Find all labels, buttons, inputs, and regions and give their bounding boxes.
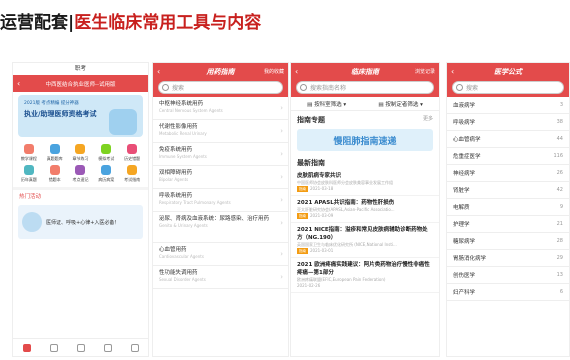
chevron-right-icon: › xyxy=(280,273,283,281)
exam-icon-grid: 教学课程 真题题库 章节练习 模拟考试 历史错题 历年真题 错题本 考点速记 病… xyxy=(13,140,148,187)
formula-search-input[interactable]: 搜索 xyxy=(452,81,564,94)
chevron-right-icon: › xyxy=(280,219,283,227)
formula-category-row[interactable]: 神经病学 26 xyxy=(447,165,569,182)
formula-category-row[interactable]: 肾脏学 42 xyxy=(447,182,569,199)
home-tab-icon[interactable] xyxy=(22,343,31,352)
formula-category-row[interactable]: 糖尿病学 28 xyxy=(447,233,569,250)
profile-tab-icon[interactable] xyxy=(130,343,139,352)
drug-category-row[interactable]: 中枢神经系统用药 Central Nervous System Agents › xyxy=(153,97,288,120)
drug-guide-header: ‹ 用药指南 我的收藏 xyxy=(153,63,288,80)
question-bank-icon xyxy=(49,144,60,154)
doctor-avatar xyxy=(22,212,42,232)
exam-banner[interactable]: 2021版 考点精编 提分神器 执业/助理医师资格考试 xyxy=(18,95,143,137)
search-icon xyxy=(300,84,307,91)
hot-activity-label: 热门活动 xyxy=(13,187,148,202)
chapter-entry[interactable]: 章节练习 xyxy=(68,144,94,162)
clinical-guide-header: ‹ 临床指南 浏览记录 xyxy=(291,63,439,80)
exam-guide-entry[interactable]: 考试指南 xyxy=(119,165,145,183)
drug-category-row[interactable]: 泌尿、肾病及血液系统：尿路感染、治疗用药 Genito & Urinary Age… xyxy=(153,212,288,243)
mock-exam-icon xyxy=(101,144,112,154)
formula-category-row[interactable]: 电解质 9 xyxy=(447,199,569,216)
search-icon xyxy=(162,84,169,91)
formula-category-row[interactable]: 心血管病学 44 xyxy=(447,131,569,148)
guide-item[interactable]: 皮肤肌病专家共识 中国医师协会皮肤科医师分会皮肤美容事业发展工作组 指南 2021-0… xyxy=(291,169,439,196)
drug-category-row[interactable]: 性功能失调用药 Sexual Disorder Agents › xyxy=(153,266,288,289)
past-papers-entry[interactable]: 历年真题 xyxy=(16,165,42,183)
formula-category-row[interactable]: 护理学 21 xyxy=(447,216,569,233)
error-book-icon xyxy=(49,165,60,175)
chapter-icon xyxy=(75,144,86,154)
formula-category-row[interactable]: 危重症医学 116 xyxy=(447,148,569,165)
formula-category-row[interactable]: 血液病学 3 xyxy=(447,97,569,114)
page-title: 运营配套|医生临床常用工具与内容 xyxy=(0,13,262,33)
chevron-right-icon: › xyxy=(280,173,283,181)
guide-item[interactable]: 2021 NICE指南：溢疹和常见皮肤病辅助诊断药物处方（NG.190） 英国国家… xyxy=(291,223,439,258)
quick-notes-icon xyxy=(75,165,86,175)
filter-author-button[interactable]: ▤ 按制定者筛选 ▾ xyxy=(378,100,422,108)
formula-category-row[interactable]: 胃肠消化病学 29 xyxy=(447,250,569,267)
chevron-right-icon: › xyxy=(280,150,283,158)
formula-category-row[interactable]: 妇产科学 6 xyxy=(447,284,569,301)
formula-header: ‹ 医学公式 xyxy=(447,63,569,80)
topic-banner[interactable]: 慢阻肺指南速递 xyxy=(297,129,433,151)
history-errors-entry[interactable]: 历史错题 xyxy=(119,144,145,162)
error-book-entry[interactable]: 错题本 xyxy=(42,165,68,183)
formula-category-row[interactable]: 创伤医学 13 xyxy=(447,267,569,284)
topic-section-title: 指南专题 xyxy=(297,116,325,124)
drug-category-row[interactable]: 代谢性影像用药 Metabolic Renal Urinary › xyxy=(153,120,288,143)
drug-category-row[interactable]: 双相障碍用药 Bipolar Agents › xyxy=(153,166,288,189)
message-tab-icon[interactable] xyxy=(103,343,112,352)
phone-medical-formula: ‹ 医学公式 搜索 血液病学 3 呼吸病学 38 心血管病学 44 危重症医学 116 神… xyxy=(446,62,570,357)
history-errors-icon xyxy=(127,144,138,154)
chevron-right-icon: › xyxy=(280,196,283,204)
question-bank-entry[interactable]: 真题题库 xyxy=(42,144,68,162)
formula-category-row[interactable]: 呼吸病学 38 xyxy=(447,114,569,131)
activity-card[interactable]: 医师证、呼吸+心律+入医必备！ xyxy=(18,205,143,239)
browse-history-link[interactable]: 浏览记录 xyxy=(415,68,435,75)
past-papers-icon xyxy=(23,165,34,175)
phone-clinical-guide: ‹ 临床指南 浏览记录 搜索指南名称 ▤ 按科室筛选 ▾ ▤ 按制定者筛选 ▾ 指南… xyxy=(290,62,440,357)
course-entry[interactable]: 教学课程 xyxy=(16,144,42,162)
drug-search-input[interactable]: 搜索 xyxy=(158,81,283,94)
drug-category-row[interactable]: 免疫系统用药 Immune System Agents › xyxy=(153,143,288,166)
drug-category-row[interactable]: 呼吸系统用药 Respiratory Tract Pulmonary Agents… xyxy=(153,189,288,212)
case-icon xyxy=(101,165,112,175)
status-title: 职考 xyxy=(74,66,86,72)
chevron-right-icon: › xyxy=(280,250,283,258)
favorites-link[interactable]: 我的收藏 xyxy=(264,68,284,75)
bottom-tabbar xyxy=(13,338,148,356)
chevron-right-icon: › xyxy=(280,127,283,135)
back-icon[interactable]: ‹ xyxy=(17,79,20,88)
case-entry[interactable]: 病历病案 xyxy=(93,165,119,183)
search-icon xyxy=(456,84,463,91)
more-link[interactable]: 更多 xyxy=(423,115,433,125)
book-tab-icon[interactable] xyxy=(76,343,85,352)
exam-header[interactable]: ‹ 中西医结合执业医师--试用版 xyxy=(13,75,148,92)
guide-search-input[interactable]: 搜索指南名称 xyxy=(296,81,434,94)
drug-category-row[interactable]: 心血管用药 Cardiovascular Agents › xyxy=(153,243,288,266)
latest-section-title: 最新指南 xyxy=(297,159,325,167)
phone-exam-home: 职考 ‹ 中西医结合执业医师--试用版 2021版 考点精编 提分神器 执业/助理… xyxy=(12,62,149,357)
guide-item[interactable]: 2021 APASL共识指南：药物性肝损伤 亚太肝脏研究协会(APASL,Asia… xyxy=(291,196,439,223)
back-icon[interactable]: ‹ xyxy=(157,67,160,76)
study-tab-icon[interactable] xyxy=(49,343,58,352)
quick-notes-entry[interactable]: 考点速记 xyxy=(68,165,94,183)
chevron-right-icon: › xyxy=(280,104,283,112)
phone-drug-guide: ‹ 用药指南 我的收藏 搜索 中枢神经系统用药 Central Nervous Sys… xyxy=(152,62,289,357)
exam-guide-icon xyxy=(127,165,138,175)
course-icon xyxy=(23,144,34,154)
back-icon[interactable]: ‹ xyxy=(295,67,298,76)
guide-item[interactable]: 2021 欧洲疼痛实践建议：阿片类药物治疗慢性非癌性疼痛—第1部分 欧洲疼痛联盟(… xyxy=(291,258,439,293)
mock-exam-entry[interactable]: 模拟考试 xyxy=(93,144,119,162)
filter-department-button[interactable]: ▤ 按科室筛选 ▾ xyxy=(307,100,346,108)
back-icon[interactable]: ‹ xyxy=(451,67,454,76)
